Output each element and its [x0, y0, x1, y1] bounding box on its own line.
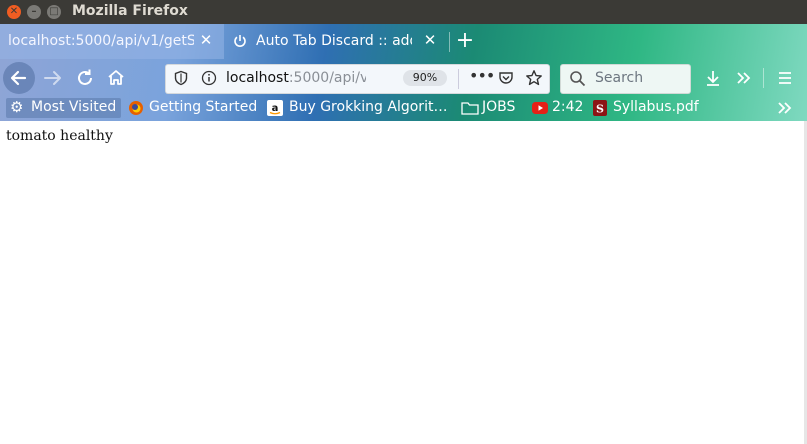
back-arrow-icon	[10, 70, 27, 86]
forward-arrow-icon	[44, 71, 61, 85]
url-path: :5000/api/v	[288, 70, 366, 86]
downloads-button[interactable]	[698, 63, 728, 93]
double-chevron-icon	[778, 102, 792, 114]
bookmark-label: 2:42	[552, 99, 584, 115]
reload-icon	[78, 69, 92, 85]
toolbar-divider	[763, 68, 764, 88]
page-body-text: tomato healthy	[6, 128, 113, 144]
double-chevron-icon	[737, 72, 751, 84]
search-icon	[569, 70, 587, 88]
bookmark-star-icon[interactable]	[525, 69, 543, 87]
close-icon: ✕	[9, 6, 19, 17]
amazon-icon: a	[267, 100, 283, 116]
window-title: Mozilla Firefox	[72, 3, 188, 19]
pocket-icon[interactable]	[498, 70, 514, 86]
window-maximize-button[interactable]: □	[47, 5, 61, 19]
bookmark-syllabus[interactable]: S Syllabus.pdf	[593, 98, 703, 118]
youtube-icon	[532, 101, 548, 115]
urlbar-divider	[458, 69, 459, 89]
tab-auto-tab-discard[interactable]: Auto Tab Discard :: add0 ✕	[224, 24, 448, 59]
search-box[interactable]: Search	[560, 64, 691, 94]
window-minimize-button[interactable]: –	[27, 5, 41, 19]
home-icon	[108, 70, 124, 85]
url-bar[interactable]: localhost:5000/api/v 90% •••	[165, 64, 550, 94]
search-placeholder: Search	[595, 70, 644, 86]
gear-icon: ⚙	[10, 98, 24, 116]
bookmark-most-visited[interactable]: ⚙ Most Visited	[6, 98, 121, 118]
bookmark-youtube[interactable]: 2:42	[532, 98, 587, 118]
bookmark-getting-started[interactable]: Getting Started	[128, 98, 258, 118]
download-icon	[707, 71, 719, 86]
svg-text:S: S	[596, 103, 604, 116]
overflow-toolbar-button[interactable]	[729, 63, 759, 93]
maximize-icon: □	[49, 6, 59, 17]
hamburger-icon	[779, 72, 791, 84]
bookmark-label: Getting Started	[149, 99, 258, 115]
power-icon	[233, 34, 247, 48]
bookmark-label: JOBS	[482, 99, 516, 115]
back-button[interactable]	[3, 62, 35, 94]
svg-text:a: a	[272, 103, 279, 114]
forward-button[interactable]	[38, 63, 68, 93]
url-text[interactable]: localhost:5000/api/v	[226, 70, 366, 86]
info-icon[interactable]	[201, 70, 217, 86]
tab-close-icon[interactable]: ✕	[198, 32, 214, 48]
window-titlebar: ✕ – □ Mozilla Firefox	[0, 0, 807, 24]
new-tab-button[interactable]: +	[454, 30, 476, 52]
tab-close-icon[interactable]: ✕	[422, 32, 438, 48]
url-host: localhost	[226, 70, 289, 86]
tab-active[interactable]: localhost:5000/api/v1/getS ✕	[0, 24, 224, 59]
page-content: tomato healthy	[0, 121, 807, 444]
tab-label: Auto Tab Discard :: add0	[256, 33, 412, 49]
bookmark-label: Most Visited	[31, 99, 117, 115]
home-button[interactable]	[101, 63, 131, 93]
page-actions-icon[interactable]: •••	[469, 66, 495, 85]
tab-separator	[449, 32, 450, 52]
minimize-icon: –	[31, 6, 37, 17]
bookmark-label: Buy Grokking Algorit…	[289, 99, 448, 115]
bookmark-jobs-folder[interactable]: JOBS	[461, 98, 526, 118]
reload-button[interactable]	[70, 63, 100, 93]
shield-icon[interactable]	[173, 70, 189, 86]
tab-label: localhost:5000/api/v1/getS	[8, 33, 194, 49]
bookmark-label: Syllabus.pdf	[613, 99, 699, 115]
zoom-indicator[interactable]: 90%	[403, 70, 447, 86]
bookmarks-overflow-button[interactable]	[774, 97, 796, 119]
bookmark-buy-grokking[interactable]: a Buy Grokking Algorit…	[267, 98, 452, 118]
folder-icon	[461, 100, 479, 116]
window-close-button[interactable]: ✕	[7, 5, 21, 19]
firefox-icon	[128, 100, 144, 116]
menu-button[interactable]	[770, 63, 800, 93]
browser-chrome: localhost:5000/api/v1/getS ✕ Auto Tab Di…	[0, 24, 807, 121]
stanford-icon: S	[593, 100, 607, 116]
